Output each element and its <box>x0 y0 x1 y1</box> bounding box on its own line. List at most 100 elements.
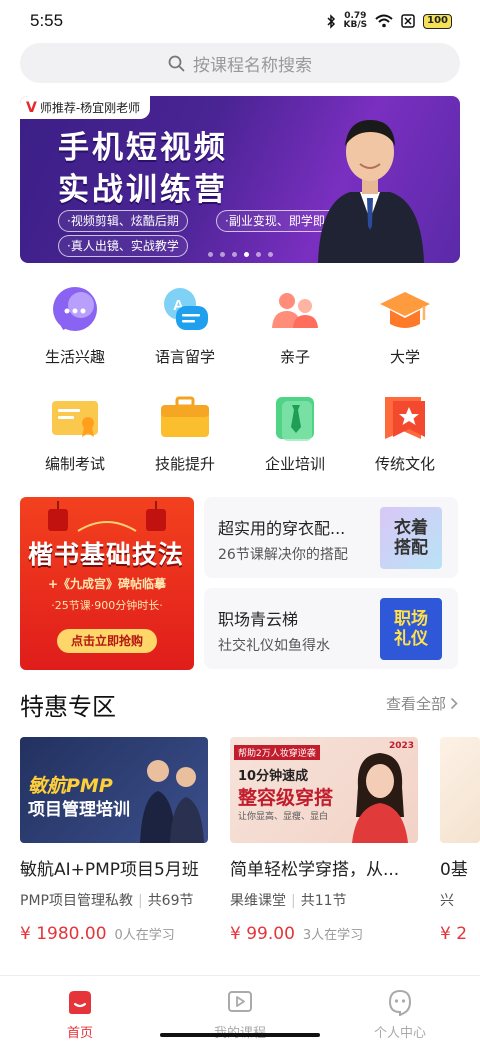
instructor-photo <box>318 120 424 263</box>
category-parenting[interactable]: 亲子 <box>240 284 350 367</box>
promo-card-outfit[interactable]: 超实用的穿衣配... 26节课解决你的搭配 衣着搭配 <box>204 497 458 578</box>
meta-separator: | <box>291 893 296 909</box>
promo-card-thumb-text: 职场礼仪 <box>394 609 428 649</box>
course-thumb-line2: 整容级穿搭 <box>238 787 334 809</box>
category-hobby[interactable]: 生活兴趣 <box>20 284 130 367</box>
promo-card-subtitle: 26节课解决你的搭配 <box>218 547 348 563</box>
wifi-icon <box>375 14 393 28</box>
status-bar: 5:55 0.79 KB/S 100 <box>0 0 480 42</box>
course-thumb-badge: 帮助2万人妆穿逆袭 <box>234 745 320 760</box>
category-university[interactable]: 大学 <box>350 284 460 367</box>
course-card[interactable]: 敏航PMP 项目管理培训 敏航AI+PMP项目5月班 PMP项目管理私教 | 共69… <box>20 737 208 944</box>
battery-indicator: 100 <box>423 13 452 29</box>
promo-card-thumb-text: 衣着搭配 <box>394 518 428 558</box>
pagination-dot[interactable] <box>231 252 237 257</box>
nav-label: 首页 <box>66 1026 93 1041</box>
star-bookmark-icon <box>378 391 432 445</box>
banner-pill: ·视频剪辑、炫酷后期 <box>58 210 188 232</box>
course-thumbnail <box>440 737 480 843</box>
status-time: 5:55 <box>30 11 64 30</box>
section-title: 特惠专区 <box>20 693 116 721</box>
briefcase-icon <box>158 391 212 445</box>
chat-bubble-icon <box>48 284 102 338</box>
instructors-photo <box>140 760 204 843</box>
promo-card-title: 职场青云梯 <box>218 610 299 629</box>
home-icon <box>69 991 91 1014</box>
promo-card-etiquette[interactable]: 职场青云梯 社交礼仪如鱼得水 职场礼仪 <box>204 588 458 669</box>
course-title: 0基 <box>440 860 468 880</box>
course-card[interactable]: 0基 兴 ¥ 2 <box>440 737 480 944</box>
promo-left-details: ·25节课·900分钟时长· <box>51 599 163 612</box>
promo-card-subtitle: 社交礼仪如鱼得水 <box>218 638 330 654</box>
promo-card-thumbnail: 职场礼仪 <box>380 598 442 660</box>
course-title: 简单轻松学穿搭，从... <box>230 860 400 880</box>
pagination-dot[interactable] <box>207 252 213 257</box>
promo-left-subtitle: +《九成宫》碑帖临摹 <box>47 577 167 591</box>
banner-pagination <box>20 252 460 257</box>
meta-separator: | <box>137 893 143 909</box>
instructor-photo <box>352 753 408 843</box>
pagination-dot[interactable] <box>219 252 225 257</box>
promo-calligraphy-card[interactable]: 楷书基础技法 +《九成宫》碑帖临摹 ·25节课·900分钟时长· 点击立即抢购 <box>20 497 194 670</box>
course-thumbnail: 敏航PMP 项目管理培训 <box>20 737 208 843</box>
bottom-nav: 首页 我的课程 个人中心 <box>0 975 480 1041</box>
speech-bubble-icon: A <box>158 284 212 338</box>
course-lessons: 共69节 <box>147 893 194 909</box>
course-meta: PMP项目管理私教 | 共69节 <box>20 890 208 910</box>
nav-home[interactable]: 首页 <box>0 976 160 1041</box>
category-civil-exam[interactable]: 编制考试 <box>20 391 130 474</box>
search-bar[interactable]: 按课程名称搜索 <box>20 43 460 83</box>
category-grid: 生活兴趣 A 语言留学 亲子 大学 编制考试 技能提升 企业培训 传统文化 <box>20 284 460 474</box>
category-label: 大学 <box>389 348 420 366</box>
category-skills[interactable]: 技能提升 <box>130 391 240 474</box>
sim-off-icon <box>401 14 415 28</box>
category-label: 编制考试 <box>44 455 105 473</box>
category-language[interactable]: A 语言留学 <box>130 284 240 367</box>
v-logo-icon: V <box>26 99 37 116</box>
course-card[interactable]: 帮助2万人妆穿逆袭 10分钟速成 整容级穿搭 让你显高、显瘦、显白 2023 简… <box>230 737 418 944</box>
lantern-decoration-icon <box>48 501 166 532</box>
course-provider: 兴 <box>440 893 454 909</box>
course-learners: 3人在学习 <box>302 928 364 943</box>
home-indicator <box>160 1033 320 1037</box>
course-price: ¥ 2 <box>440 924 468 944</box>
course-provider: PMP项目管理私教 <box>20 893 133 909</box>
course-price-row: ¥ 2 <box>440 924 480 944</box>
bluetooth-icon <box>326 13 335 29</box>
banner-title-line2: 实战训练营 <box>58 172 228 208</box>
pagination-dot[interactable] <box>255 252 261 257</box>
course-learners: 0人在学习 <box>114 928 175 943</box>
course-lessons: 共11节 <box>300 893 347 909</box>
view-all-link[interactable]: 查看全部 <box>386 693 458 714</box>
parent-child-icon <box>268 284 322 338</box>
nav-my-courses[interactable]: 我的课程 <box>160 976 320 1041</box>
course-thumb-line3: 让你显高、显瘦、显白 <box>238 812 329 822</box>
chevron-right-icon <box>450 697 458 710</box>
course-thumb-line1: 10分钟速成 <box>238 769 309 784</box>
category-traditional-culture[interactable]: 传统文化 <box>350 391 460 474</box>
search-placeholder: 按课程名称搜索 <box>193 55 312 76</box>
promo-left-title: 楷书基础技法 <box>28 540 185 569</box>
category-label: 亲子 <box>279 348 310 366</box>
pagination-dot[interactable] <box>243 252 249 257</box>
nav-profile[interactable]: 个人中心 <box>320 976 480 1041</box>
course-price-row: ¥ 1980.00 0人在学习 <box>20 924 208 944</box>
course-price-row: ¥ 99.00 3人在学习 <box>230 924 418 944</box>
promo-banner[interactable]: V 师推荐-杨宜刚老师 手机短视频 实战训练营 ·视频剪辑、炫酷后期 ·副业变现… <box>20 96 460 263</box>
nav-label: 个人中心 <box>373 1026 426 1041</box>
net-speed: 0.79 KB/S <box>344 12 368 30</box>
course-title: 敏航AI+PMP项目5月班 <box>20 860 199 880</box>
promo-card-title: 超实用的穿衣配... <box>218 519 346 538</box>
nav-label: 我的课程 <box>214 1022 266 1041</box>
course-meta: 果维课堂 | 共11节 <box>230 890 418 910</box>
category-label: 传统文化 <box>374 455 435 473</box>
category-label: 技能提升 <box>154 455 215 473</box>
pagination-dot[interactable] <box>267 252 273 257</box>
banner-tag: V 师推荐-杨宜刚老师 <box>20 96 151 119</box>
course-price: ¥ 1980.00 <box>20 924 107 944</box>
course-thumb-line1: 敏航PMP <box>28 775 113 797</box>
status-icons: 0.79 KB/S 100 <box>326 12 452 30</box>
course-meta: 兴 <box>440 890 480 910</box>
buy-now-button[interactable]: 点击立即抢购 <box>57 629 157 653</box>
category-corporate[interactable]: 企业培训 <box>240 391 350 474</box>
